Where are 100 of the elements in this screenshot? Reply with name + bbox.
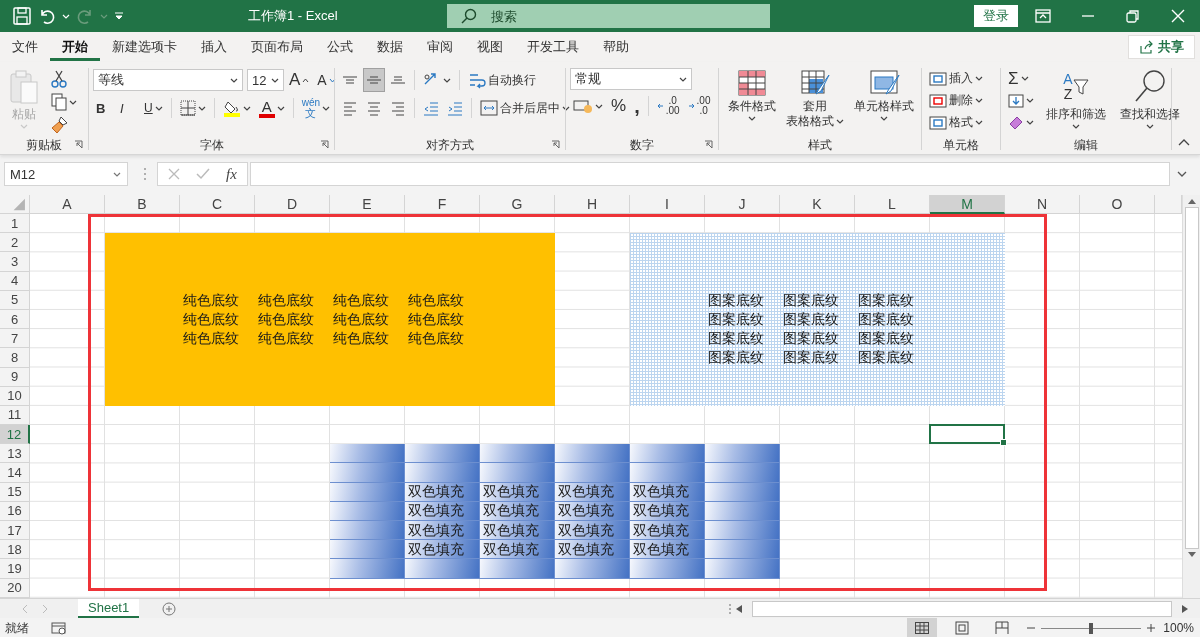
- bold-button[interactable]: B: [93, 96, 115, 120]
- row-header[interactable]: 9: [0, 367, 30, 387]
- row-header[interactable]: 14: [0, 463, 30, 483]
- format-as-table-button[interactable]: 套用 表格格式: [781, 68, 849, 138]
- column-header[interactable]: K: [780, 195, 855, 214]
- menu-tab[interactable]: 帮助: [591, 33, 641, 61]
- selected-cell[interactable]: [929, 424, 1005, 445]
- name-box[interactable]: M12: [4, 162, 128, 186]
- delete-button[interactable]: 删除: [926, 90, 986, 111]
- insert-button[interactable]: 插入: [926, 68, 986, 89]
- menu-tab[interactable]: 插入: [189, 33, 239, 61]
- dialog-launcher-icon[interactable]: [320, 140, 329, 149]
- undo-icon[interactable]: [38, 7, 56, 25]
- row-header[interactable]: 20: [0, 578, 30, 598]
- underline-button[interactable]: U: [141, 96, 166, 120]
- row-header[interactable]: 10: [0, 386, 30, 406]
- expand-icon[interactable]: [1176, 171, 1187, 177]
- macro-record-icon[interactable]: [51, 621, 67, 635]
- column-header[interactable]: L: [855, 195, 930, 214]
- row-header[interactable]: 1: [0, 214, 30, 234]
- row-header[interactable]: 4: [0, 271, 30, 291]
- ribbon-display-icon[interactable]: [1034, 8, 1051, 24]
- zoom-in-icon[interactable]: [1147, 624, 1156, 632]
- dialog-launcher-icon[interactable]: [74, 140, 83, 149]
- column-header[interactable]: J: [705, 195, 780, 214]
- decrease-decimal-button[interactable]: .00 .0: [684, 94, 714, 118]
- scroll-down-icon[interactable]: [1187, 552, 1196, 557]
- row-header[interactable]: 3: [0, 252, 30, 272]
- sheet-tab[interactable]: Sheet1: [78, 599, 140, 618]
- zoom-level[interactable]: 100%: [1163, 621, 1194, 635]
- row-header[interactable]: 15: [0, 482, 30, 502]
- share-button[interactable]: 共享: [1128, 35, 1195, 59]
- percent-button[interactable]: %: [608, 94, 630, 118]
- row-header[interactable]: 13: [0, 444, 30, 464]
- autosum-button[interactable]: Σ: [1005, 68, 1037, 89]
- row-header[interactable]: 8: [0, 348, 30, 368]
- column-header[interactable]: C: [180, 195, 255, 214]
- font-size-dropdown[interactable]: 12: [247, 69, 284, 91]
- menu-tab[interactable]: 开发工具: [515, 33, 591, 61]
- format-button[interactable]: 格式: [926, 112, 986, 133]
- column-header[interactable]: N: [1005, 195, 1080, 214]
- number-format-dropdown[interactable]: 常规: [570, 68, 692, 90]
- sign-in-button[interactable]: 登录: [974, 5, 1018, 27]
- zoom-slider-thumb[interactable]: [1089, 622, 1094, 634]
- row-header[interactable]: 18: [0, 540, 30, 560]
- menu-tab[interactable]: 文件: [0, 33, 50, 61]
- menu-tab[interactable]: 公式: [315, 33, 365, 61]
- column-header[interactable]: E: [330, 195, 405, 214]
- page-layout-icon[interactable]: [955, 621, 970, 635]
- font-name-dropdown[interactable]: 等线: [93, 69, 243, 91]
- customize-icon[interactable]: [114, 12, 124, 20]
- row-header[interactable]: 16: [0, 501, 30, 521]
- merge-center-button[interactable]: 合并后居中: [477, 96, 573, 120]
- cell-styles-button[interactable]: 单元格样式: [849, 68, 919, 138]
- menu-tab[interactable]: 数据: [365, 33, 415, 61]
- row-header[interactable]: 5: [0, 290, 30, 310]
- increase-decimal-button[interactable]: .0 .00: [653, 94, 683, 118]
- normal-view-button[interactable]: [907, 618, 938, 637]
- menu-tab[interactable]: 视图: [465, 33, 515, 61]
- menu-tab[interactable]: 页面布局: [239, 33, 315, 61]
- scroll-left-icon[interactable]: [736, 604, 742, 613]
- collapse-ribbon-icon[interactable]: [1178, 138, 1190, 146]
- dialog-launcher-icon[interactable]: [704, 140, 713, 149]
- row-header[interactable]: 6: [0, 309, 30, 330]
- row-header[interactable]: 12: [0, 425, 30, 445]
- sort-filter-button[interactable]: A Z 排序和筛选: [1041, 68, 1111, 138]
- scroll-right-icon[interactable]: [1182, 604, 1188, 613]
- save-icon[interactable]: [12, 6, 32, 26]
- column-header[interactable]: I: [630, 195, 705, 214]
- decrease-font-size-button[interactable]: A: [314, 68, 339, 92]
- page-break-icon[interactable]: [995, 621, 1010, 635]
- column-header[interactable]: H: [555, 195, 630, 214]
- wrap-text-button[interactable]: 自动换行: [465, 68, 539, 92]
- insert-function-button[interactable]: fx: [226, 165, 237, 183]
- menu-tab[interactable]: 新建选项卡: [100, 33, 189, 61]
- column-header[interactable]: A: [30, 195, 105, 214]
- fill-handle[interactable]: [1000, 439, 1007, 447]
- row-header[interactable]: 17: [0, 521, 30, 541]
- column-header[interactable]: O: [1080, 195, 1155, 214]
- italic-button[interactable]: I: [117, 96, 139, 120]
- search-field[interactable]: 搜索: [447, 4, 770, 28]
- comma-style-button[interactable]: ,: [631, 94, 643, 118]
- dialog-launcher-icon[interactable]: [551, 140, 560, 149]
- phonetic-guide-button[interactable]: wén 文: [298, 96, 334, 120]
- column-header[interactable]: F: [405, 195, 480, 214]
- column-header[interactable]: M: [930, 195, 1005, 214]
- close-icon[interactable]: [1169, 8, 1186, 24]
- scroll-up-icon[interactable]: [1187, 199, 1196, 204]
- restore-icon[interactable]: [1124, 8, 1141, 24]
- add-sheet-icon[interactable]: [162, 601, 177, 616]
- formula-input[interactable]: [249, 162, 1170, 186]
- check-icon[interactable]: [196, 168, 210, 180]
- column-header[interactable]: G: [480, 195, 555, 214]
- menu-tab[interactable]: 审阅: [415, 33, 465, 61]
- row-header[interactable]: 2: [0, 233, 30, 253]
- horizontal-scrollbar-thumb[interactable]: [752, 600, 1172, 617]
- row-header[interactable]: 11: [0, 405, 30, 426]
- font-color-button[interactable]: A: [255, 96, 288, 120]
- increase-font-size-button[interactable]: A: [286, 68, 313, 92]
- vertical-scrollbar-thumb[interactable]: [1184, 207, 1199, 549]
